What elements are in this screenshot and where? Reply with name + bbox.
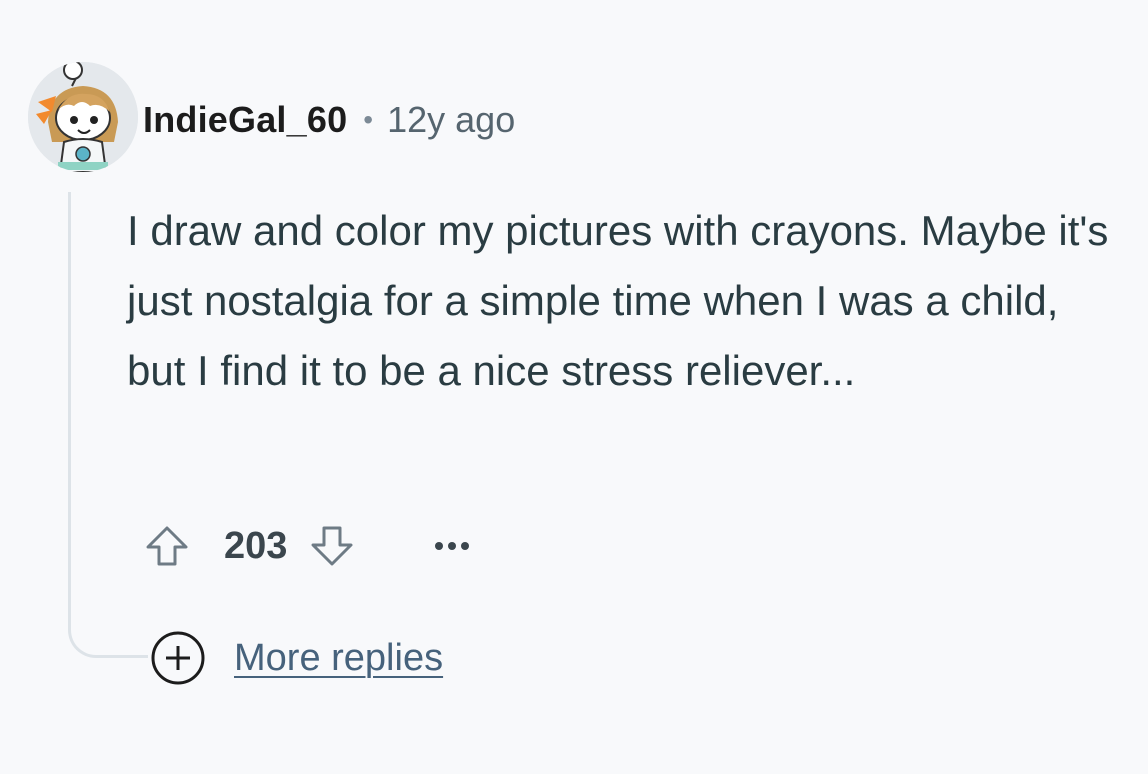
timestamp[interactable]: 12y ago xyxy=(387,99,515,141)
plus-circle-icon xyxy=(150,630,206,686)
meta-separator: • xyxy=(363,104,374,135)
overflow-menu-button[interactable] xyxy=(427,514,477,578)
comment-header: IndieGal_60 • 12y ago xyxy=(143,96,515,144)
downvote-button[interactable] xyxy=(305,514,359,578)
upvote-arrow-icon xyxy=(146,526,188,566)
user-avatar[interactable] xyxy=(28,62,138,172)
downvote-arrow-icon xyxy=(311,526,353,566)
upvote-button[interactable] xyxy=(140,514,194,578)
username[interactable]: IndieGal_60 xyxy=(143,99,347,141)
more-replies-button[interactable]: More replies xyxy=(150,628,443,688)
snoo-avatar-icon xyxy=(28,62,138,172)
more-replies-label[interactable]: More replies xyxy=(234,637,443,680)
vote-score: 203 xyxy=(224,524,288,567)
comment-body: I draw and color my pictures with crayon… xyxy=(127,207,1109,394)
comment-actions: 203 xyxy=(140,514,477,578)
ellipsis-icon xyxy=(435,542,470,550)
